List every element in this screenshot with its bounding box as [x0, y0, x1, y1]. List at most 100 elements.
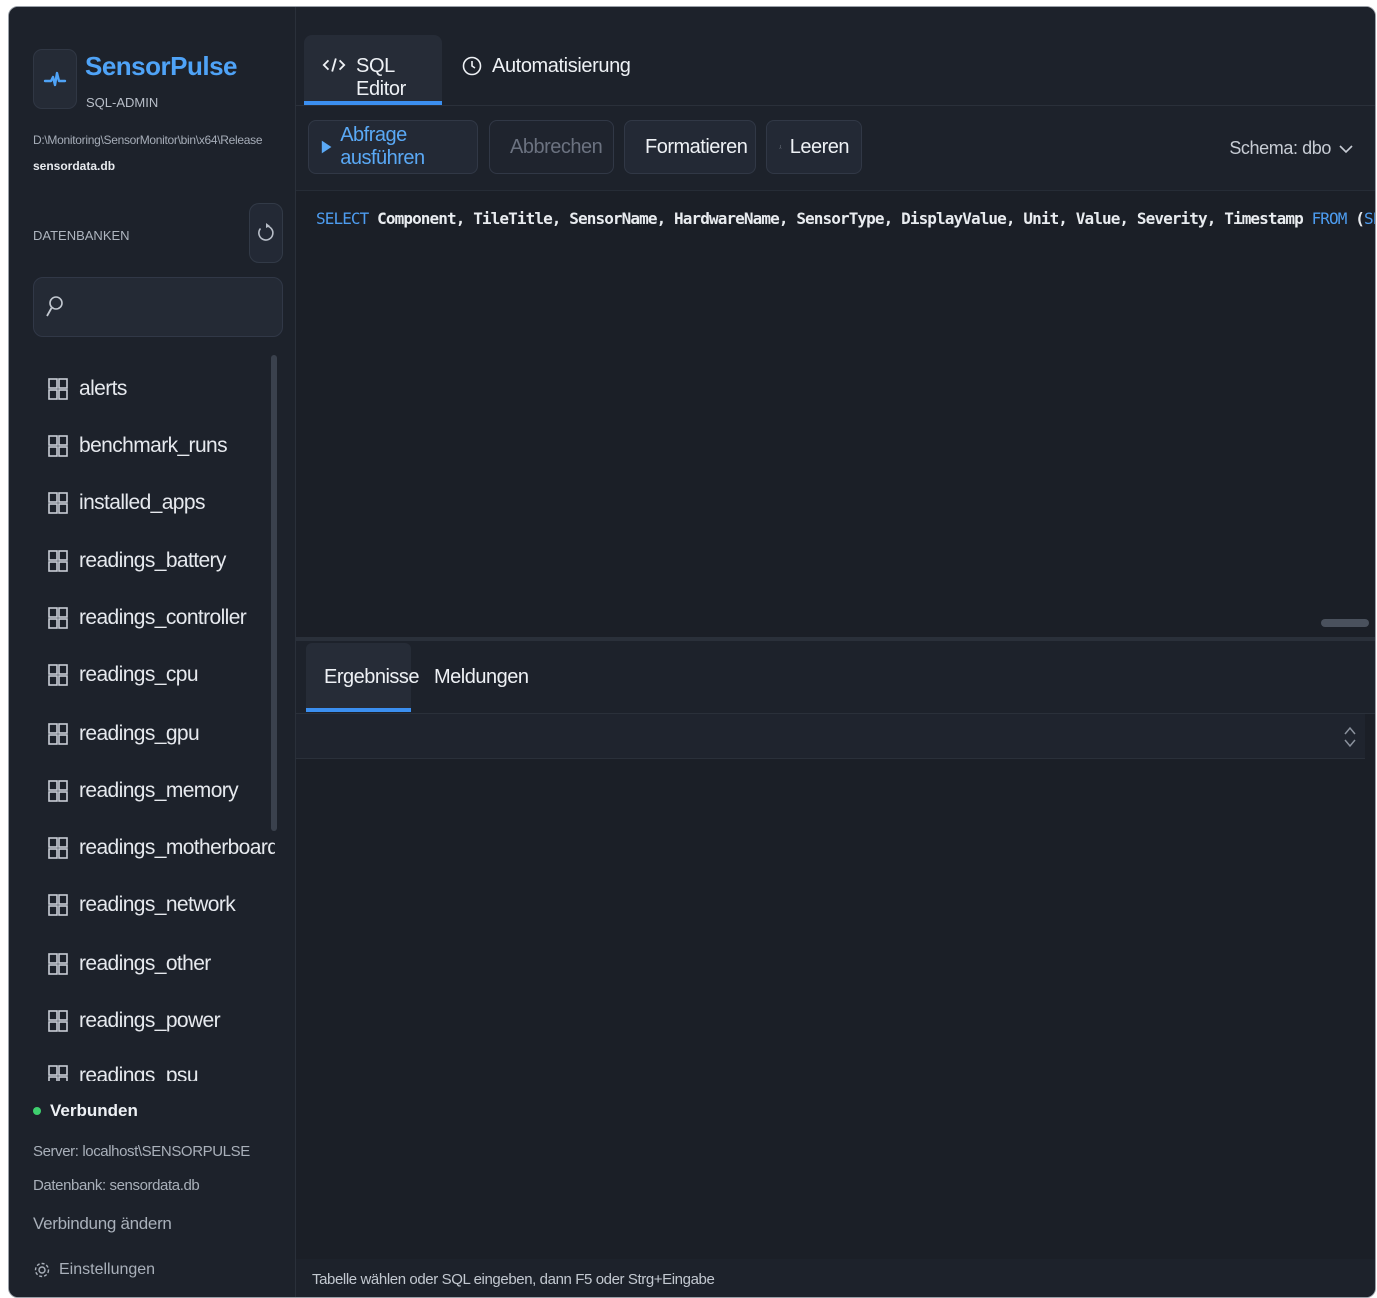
settings-label: Einstellungen — [59, 1261, 156, 1278]
tab-automatisierung[interactable]: Automatisierung — [462, 35, 642, 105]
status-dot — [33, 1107, 41, 1115]
sql-paren: ( — [1346, 209, 1365, 228]
search-icon — [46, 296, 63, 317]
main-tabs: SQL Editor Automatisierung — [296, 7, 1375, 106]
code-icon — [322, 58, 346, 72]
cancel-button[interactable]: Abbrechen — [489, 120, 614, 174]
sql-editor[interactable]: SELECT Component, TileTitle, SensorName,… — [296, 191, 1375, 637]
settings-button[interactable]: Einstellungen — [33, 1261, 155, 1279]
table-item-label: readings_battery — [79, 549, 226, 572]
table-icon — [48, 1010, 68, 1032]
table-item-label: readings_network — [79, 893, 236, 916]
app-window: SensorPulse SQL-ADMIN D:\Monitoring\Sens… — [8, 6, 1376, 1298]
play-icon — [321, 140, 332, 154]
table-icon — [48, 894, 68, 916]
refresh-button[interactable] — [249, 203, 283, 263]
table-item-label: readings_cpu — [79, 663, 199, 686]
status-hint: Tabelle wählen oder SQL eingeben, dann F… — [312, 1271, 715, 1288]
sidebar-scrollbar[interactable] — [271, 355, 277, 831]
sidebar: SensorPulse SQL-ADMIN D:\Monitoring\Sens… — [9, 7, 296, 1297]
app-name: SensorPulse — [85, 51, 238, 81]
table-item-readings-cpu[interactable]: readings_cpu — [47, 655, 199, 695]
sql-keyword: SELEC — [1363, 209, 1375, 228]
table-item-label: installed_apps — [79, 491, 205, 514]
table-item-label: alerts — [79, 377, 127, 400]
pulse-icon — [43, 71, 67, 87]
status-label: Verbunden — [50, 1101, 138, 1120]
tab-messages[interactable]: Meldungen — [416, 643, 546, 711]
app-logo — [33, 49, 77, 109]
database-info: Datenbank: sensordata.db — [33, 1177, 200, 1194]
run-query-label: Abfrage ausführen — [340, 124, 425, 169]
tab-label: Meldungen — [434, 665, 529, 688]
table-icon — [48, 780, 68, 802]
database-path: D:\Monitoring\SensorMonitor\bin\x64\Rele… — [33, 133, 263, 147]
table-item-readings-memory[interactable]: readings_memory — [47, 771, 239, 811]
table-item-label: readings_memory — [79, 779, 239, 802]
gear-icon — [34, 1262, 50, 1278]
run-query-button[interactable]: Abfrage ausführen — [308, 120, 478, 174]
table-item-readings-network[interactable]: readings_network — [47, 885, 236, 925]
table-item-label: readings_gpu — [79, 722, 200, 745]
table-icon — [48, 723, 68, 745]
cancel-label: Abbrechen — [510, 135, 603, 158]
sql-keyword: FROM — [1311, 209, 1348, 228]
clock-icon — [462, 56, 482, 76]
clear-label: Leeren — [789, 135, 850, 158]
table-search[interactable] — [33, 277, 283, 337]
tab-label: Ergebnisse — [324, 665, 420, 688]
editor-horizontal-scrollbar[interactable] — [1321, 619, 1369, 627]
table-item-readings-motherboard[interactable]: readings_motherboard — [47, 828, 275, 868]
change-connection-link[interactable]: Verbindung ändern — [33, 1214, 172, 1234]
app-subtitle: SQL-ADMIN — [86, 95, 159, 110]
sql-keyword: SELECT — [316, 209, 369, 228]
table-item-installed-apps[interactable]: installed_apps — [47, 483, 205, 523]
sort-icon[interactable] — [1343, 725, 1357, 749]
format-button[interactable]: Formatieren — [624, 120, 756, 174]
database-file: sensordata.db — [33, 159, 116, 173]
table-item-readings-psu[interactable]: readings_psu — [47, 1056, 199, 1081]
table-item-readings-power[interactable]: readings_power — [47, 1001, 221, 1041]
table-item-label: readings_controller — [79, 606, 247, 629]
tab-results[interactable]: Ergebnisse — [306, 643, 420, 712]
table-list: alerts benchmark_runs installed_apps rea… — [9, 353, 275, 1081]
table-item-benchmark-runs[interactable]: benchmark_runs — [47, 426, 228, 466]
results-grid — [296, 759, 1375, 1259]
editor-toolbar: Abfrage ausführen Abbrechen Formatieren — [296, 106, 1375, 191]
tab-sql-editor[interactable]: SQL Editor — [304, 35, 442, 105]
table-item-readings-controller[interactable]: readings_controller — [47, 598, 247, 638]
sql-code-line: SELECT Component, TileTitle, SensorName,… — [316, 209, 1375, 228]
sql-columns: Component, TileTitle, SensorName, Hardwa… — [368, 209, 1312, 228]
schema-label: Schema: dbo — [1229, 138, 1331, 158]
table-icon — [48, 492, 68, 514]
server-info: Server: localhost\SENSORPULSE — [33, 1143, 250, 1160]
table-item-readings-other[interactable]: readings_other — [47, 944, 211, 984]
table-item-readings-gpu[interactable]: readings_gpu — [47, 714, 200, 754]
schema-select[interactable]: Schema: dbo — [1229, 138, 1353, 159]
results-grid-header — [296, 714, 1365, 759]
tab-label: SQL Editor — [356, 55, 406, 100]
refresh-icon — [258, 223, 274, 241]
table-item-label: readings_other — [79, 952, 211, 975]
table-icon — [48, 378, 68, 400]
clear-button[interactable]: Leeren — [766, 120, 862, 174]
broom-icon — [779, 145, 782, 149]
table-icon — [48, 664, 68, 686]
status-bar: Tabelle wählen oder SQL eingeben, dann F… — [296, 1259, 1375, 1297]
chevron-down-icon — [1339, 144, 1353, 153]
databases-heading: DATENBANKEN — [33, 228, 130, 243]
table-item-label: readings_motherboard — [79, 836, 275, 859]
table-item-label: readings_psu — [79, 1064, 199, 1081]
result-tabs: Ergebnisse Meldungen — [296, 641, 1375, 714]
search-input[interactable] — [74, 290, 274, 324]
table-icon — [48, 607, 68, 629]
table-icon — [48, 550, 68, 572]
tab-label: Automatisierung — [492, 55, 631, 77]
table-item-label: readings_power — [79, 1009, 221, 1032]
main-panel: SQL Editor Automatisierung Abfrage ausfü… — [296, 7, 1375, 1297]
table-item-label: benchmark_runs — [79, 434, 228, 457]
table-item-alerts[interactable]: alerts — [47, 369, 127, 409]
table-icon — [48, 837, 68, 859]
connection-status: Verbunden — [33, 1101, 138, 1121]
table-item-readings-battery[interactable]: readings_battery — [47, 541, 226, 581]
